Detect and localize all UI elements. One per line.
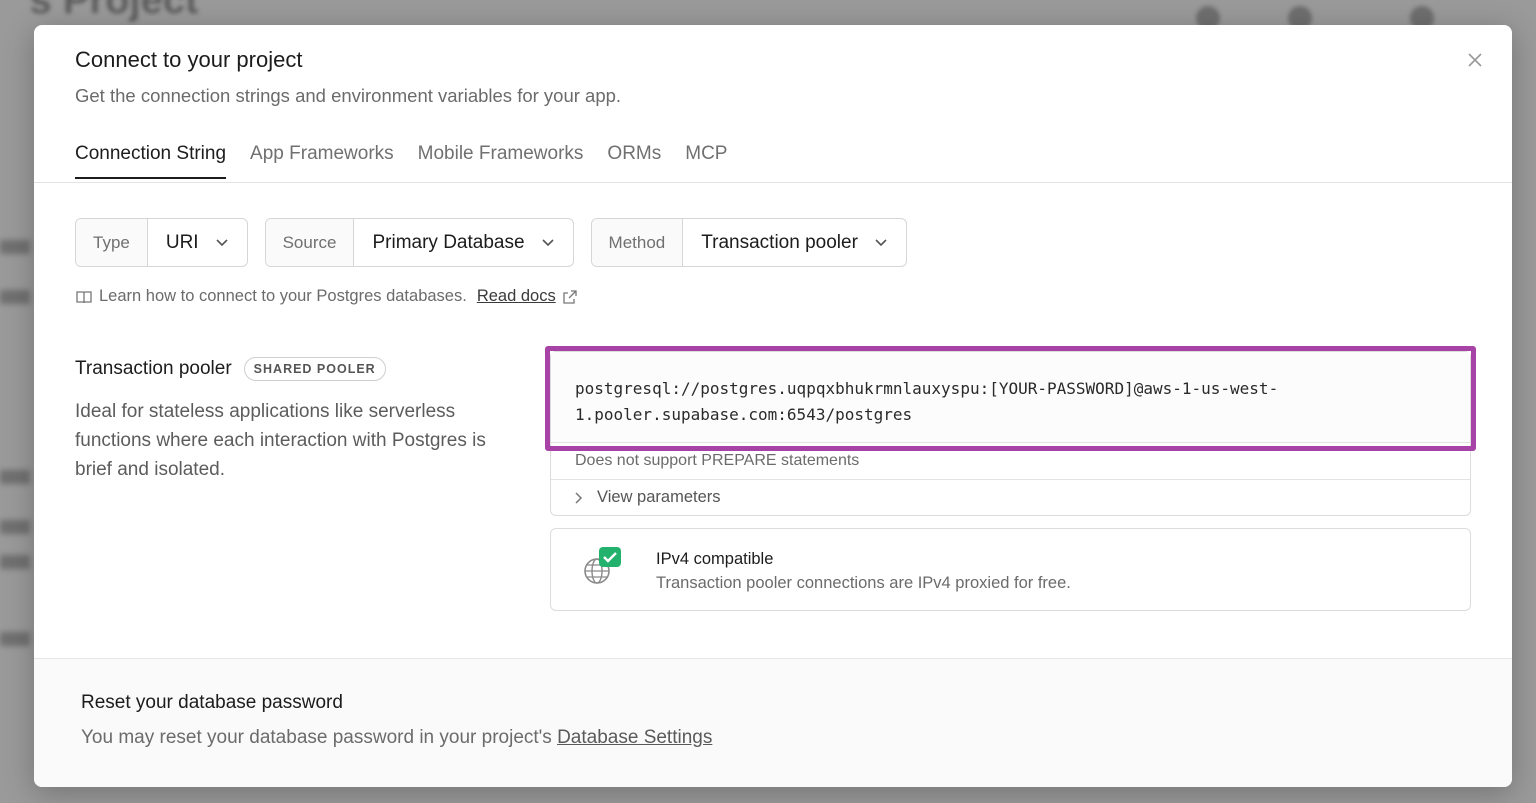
type-dropdown[interactable]: URI	[148, 219, 247, 266]
tab-bar: Connection String App Frameworks Mobile …	[75, 143, 727, 179]
tab-mcp[interactable]: MCP	[685, 143, 727, 179]
source-selector: Source Primary Database	[264, 218, 574, 267]
method-dropdown[interactable]: Transaction pooler	[683, 219, 906, 266]
modal-subtitle: Get the connection strings and environme…	[75, 85, 622, 106]
external-link-icon[interactable]	[562, 289, 578, 305]
source-value: Primary Database	[372, 231, 525, 253]
connection-string-line: postgresql://postgres.uqpqxbhukrmnlauxys…	[575, 379, 1279, 398]
modal-title: Connect to your project	[75, 47, 303, 72]
chevron-down-icon	[875, 238, 887, 246]
source-label: Source	[265, 219, 355, 266]
type-value: URI	[165, 231, 199, 253]
tab-mobile-frameworks[interactable]: Mobile Frameworks	[418, 143, 584, 179]
tabs-divider	[34, 182, 1512, 183]
reset-password-description: You may reset your database password in …	[81, 727, 552, 748]
view-parameters-toggle[interactable]: View parameters	[573, 488, 721, 507]
type-label: Type	[76, 219, 148, 266]
read-docs-link[interactable]: Read docs	[477, 287, 556, 306]
chevron-down-icon	[216, 238, 228, 246]
globe-check-icon	[584, 547, 621, 584]
method-value: Transaction pooler	[701, 231, 858, 253]
connection-string[interactable]: postgresql://postgres.uqpqxbhukrmnlauxys…	[551, 352, 1470, 443]
background-blur-text	[0, 240, 30, 254]
background-blur-text	[0, 520, 30, 534]
modal-footer: Reset your database password You may res…	[34, 658, 1512, 787]
docs-hint: Learn how to connect to your Postgres da…	[75, 287, 578, 306]
source-dropdown[interactable]: Primary Database	[354, 219, 572, 266]
docs-text: Learn how to connect to your Postgres da…	[99, 287, 467, 305]
pooler-title: Transaction pooler	[75, 358, 232, 379]
pooler-heading: Transaction pooler SHARED POOLER	[75, 357, 515, 381]
ipv4-description: Transaction pooler connections are IPv4 …	[656, 574, 1071, 592]
close-icon	[1468, 53, 1482, 67]
database-settings-link[interactable]: Database Settings	[557, 727, 712, 748]
modal-header: Connect to your project Get the connecti…	[75, 47, 621, 107]
pooler-info: Transaction pooler SHARED POOLER Ideal f…	[75, 357, 515, 484]
method-label: Method	[591, 219, 684, 266]
tab-connection-string[interactable]: Connection String	[75, 143, 227, 179]
tab-app-frameworks[interactable]: App Frameworks	[250, 143, 394, 179]
close-button[interactable]	[1464, 49, 1486, 71]
background-blur-text	[0, 290, 30, 304]
tab-orms[interactable]: ORMs	[607, 143, 661, 179]
ipv4-title: IPv4 compatible	[656, 550, 774, 568]
ipv4-card: IPv4 compatible Transaction pooler conne…	[550, 528, 1471, 611]
shared-pooler-badge: SHARED POOLER	[243, 357, 386, 381]
params-divider	[551, 479, 1470, 480]
chevron-right-icon	[575, 491, 583, 504]
connection-string-line: 1.pooler.supabase.com:6543/postgres	[575, 405, 913, 424]
view-parameters-label: View parameters	[597, 488, 721, 506]
book-icon	[76, 290, 92, 303]
background-blur-text	[0, 470, 30, 484]
connect-modal: Connect to your project Get the connecti…	[34, 25, 1512, 787]
chevron-down-icon	[541, 238, 554, 246]
reset-password-title: Reset your database password	[81, 692, 343, 713]
connection-card: postgresql://postgres.uqpqxbhukrmnlauxys…	[550, 351, 1471, 516]
selector-row: Type URI Source Primary Database Method …	[75, 218, 924, 267]
background-blur-text	[0, 555, 30, 569]
pooler-description: Ideal for stateless applications like se…	[75, 401, 486, 480]
type-selector: Type URI	[75, 218, 248, 267]
prepare-note: Does not support PREPARE statements	[575, 452, 860, 469]
background-blur-text	[0, 632, 30, 646]
reset-password-text: You may reset your database password in …	[81, 727, 712, 749]
method-selector: Method Transaction pooler	[590, 218, 907, 267]
background-project-title: 's Project	[20, 0, 199, 22]
